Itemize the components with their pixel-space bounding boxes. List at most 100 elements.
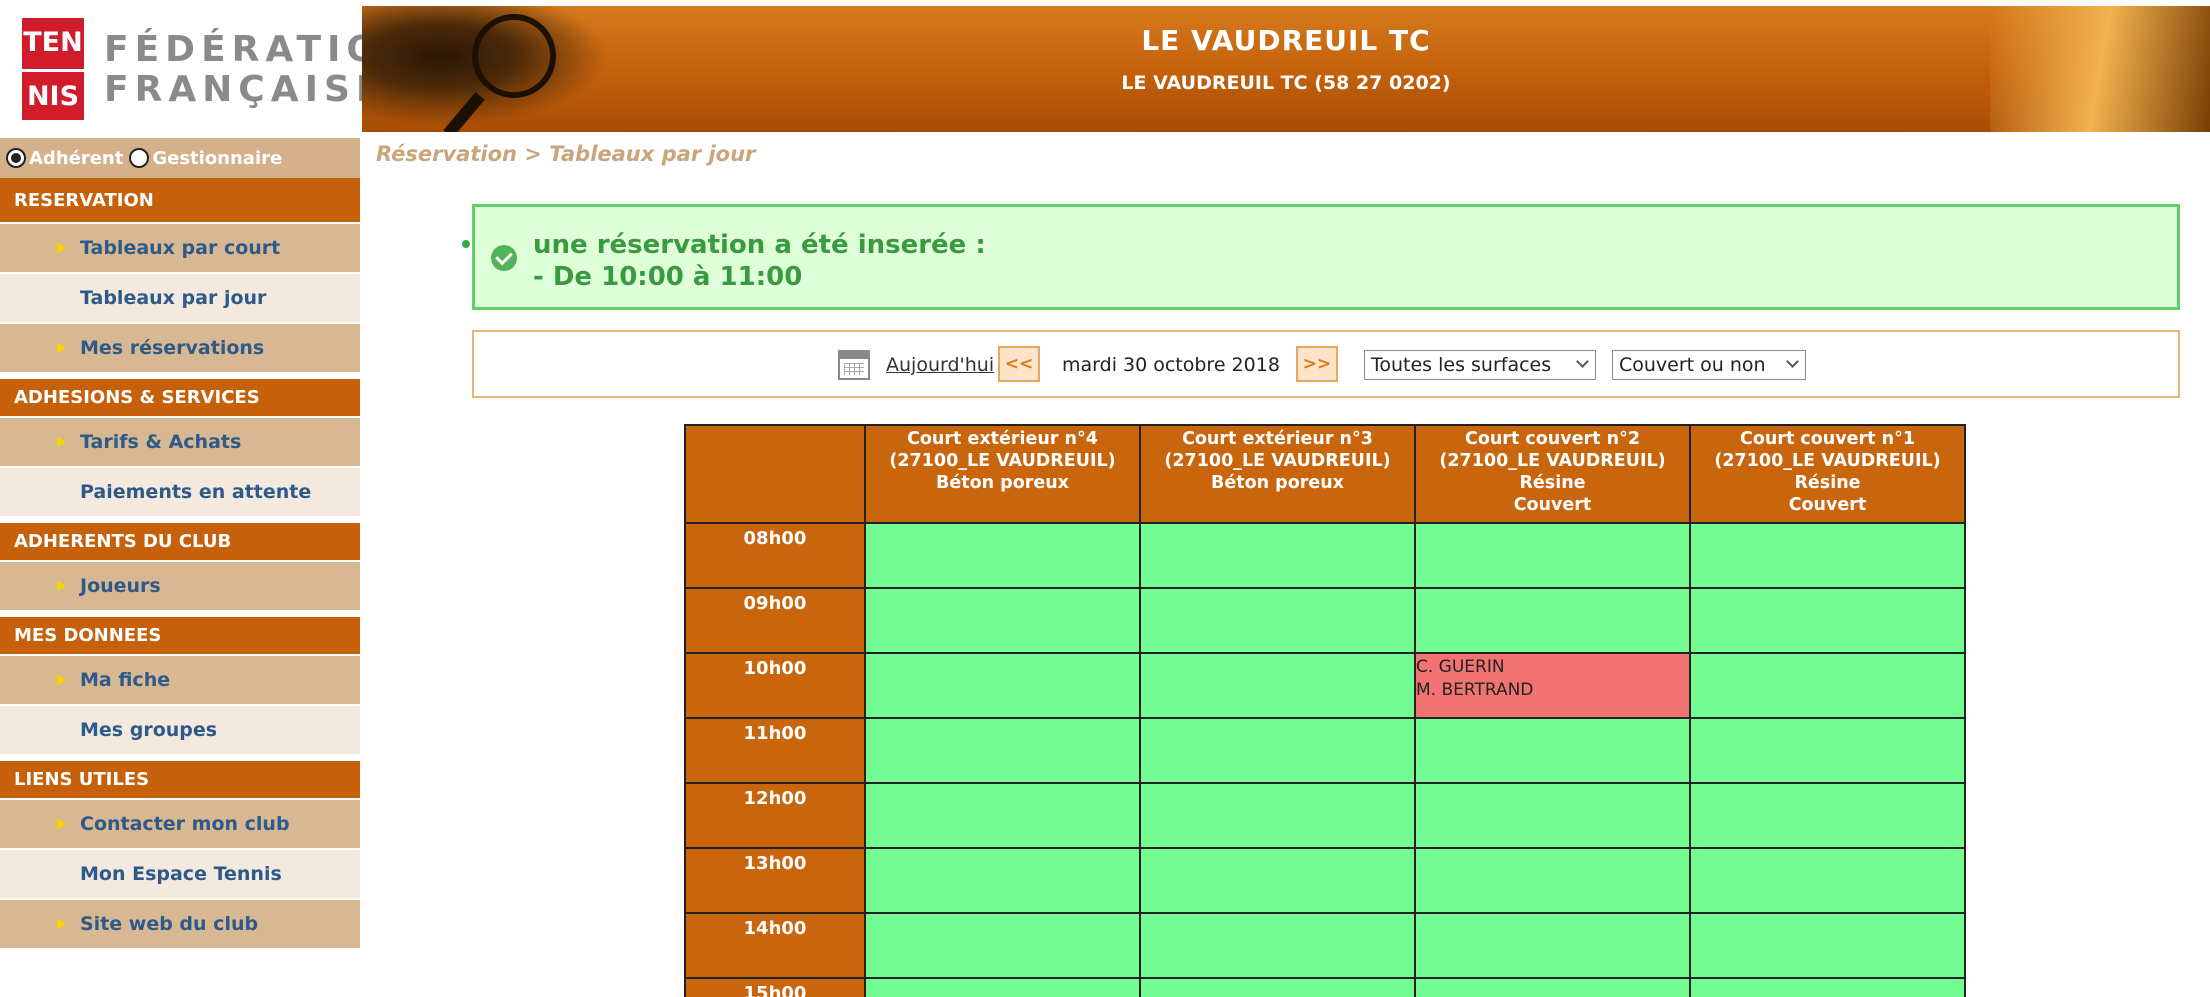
court-column-header: Court couvert n°1 (27100_LE VAUDREUIL) Rés… — [1689, 424, 1966, 524]
free-slot[interactable] — [864, 587, 1141, 654]
free-slot[interactable] — [1139, 847, 1416, 914]
court-column-header: Court extérieur n°4 (27100_LE VAUDREUIL) B… — [864, 424, 1141, 524]
free-slot[interactable] — [1139, 912, 1416, 979]
free-slot[interactable] — [1414, 587, 1691, 654]
surface-select[interactable]: Toutes les surfaces — [1364, 350, 1596, 380]
free-slot[interactable] — [1139, 717, 1416, 784]
sidebar-item-label: Tableaux par jour — [80, 287, 267, 309]
sidebar-item-label: Ma fiche — [80, 669, 171, 691]
free-slot[interactable] — [864, 522, 1141, 589]
arrow-right-icon — [57, 342, 66, 354]
court-cover: Couvert — [1788, 495, 1867, 515]
arrow-right-icon — [57, 918, 66, 930]
role-gestionnaire-label[interactable]: Gestionnaire — [152, 148, 282, 169]
role-gestionnaire-radio[interactable] — [129, 148, 150, 168]
free-slot[interactable] — [864, 847, 1141, 914]
free-slot[interactable] — [1414, 912, 1691, 979]
sidebar-item-label: Tarifs & Achats — [80, 431, 242, 453]
notice-text: une réservation a été inserée : - De 10:… — [533, 229, 986, 293]
arrow-right-icon — [57, 242, 66, 254]
free-slot[interactable] — [1689, 652, 1966, 719]
fft-logo[interactable]: TEN NIS FÉDÉRATION FRANÇAISE — [0, 0, 413, 132]
free-slot[interactable] — [1414, 782, 1691, 849]
arrow-right-icon — [57, 868, 66, 880]
role-adherent-label[interactable]: Adhérent — [29, 148, 123, 169]
free-slot[interactable] — [1414, 977, 1691, 997]
schedule-row: 10h00 C. GUERIN M. BERTRAND — [684, 652, 1966, 719]
arrow-right-icon — [57, 580, 66, 592]
free-slot[interactable] — [1689, 977, 1966, 997]
free-slot[interactable] — [864, 977, 1141, 997]
free-slot[interactable] — [1689, 587, 1966, 654]
sidebar-item[interactable]: Contacter mon club — [0, 798, 360, 848]
schedule-row: 11h00 — [684, 717, 1966, 784]
previous-day-button[interactable]: << — [998, 346, 1040, 382]
sidebar-section-header: ADHERENTS DU CLUB — [0, 516, 360, 560]
sidebar-item[interactable]: Mes réservations — [0, 322, 360, 372]
sidebar-section-header: MES DONNEES — [0, 610, 360, 654]
arrow-right-icon — [57, 292, 66, 304]
free-slot[interactable] — [1139, 587, 1416, 654]
sidebar-item-label: Paiements en attente — [80, 481, 312, 503]
schedule-corner — [684, 424, 866, 524]
sidebar-item-label: Mes réservations — [80, 337, 265, 359]
club-name: LE VAUDREUIL TC — [1141, 24, 1431, 57]
schedule-table: Court extérieur n°4 (27100_LE VAUDREUIL) B… — [684, 424, 1966, 997]
success-notice: une réservation a été inserée : - De 10:… — [472, 204, 2180, 310]
cover-select[interactable]: Couvert ou non — [1612, 350, 1806, 380]
free-slot[interactable] — [864, 717, 1141, 784]
next-day-button[interactable]: >> — [1296, 346, 1338, 382]
today-link[interactable]: Aujourd'hui — [886, 354, 994, 376]
role-adherent-radio[interactable] — [6, 148, 26, 168]
free-slot[interactable] — [864, 912, 1141, 979]
court-column-header: Court extérieur n°3 (27100_LE VAUDREUIL) B… — [1139, 424, 1416, 524]
schedule-header-row: Court extérieur n°4 (27100_LE VAUDREUIL) B… — [684, 424, 1966, 524]
sidebar: Adhérent Gestionnaire RESERVATION Tableau… — [0, 138, 360, 997]
sidebar-item-label: Mes groupes — [80, 719, 218, 741]
booked-player: M. BERTRAND — [1416, 680, 1534, 700]
calendar-icon[interactable] — [838, 350, 870, 380]
time-slot-label: 12h00 — [684, 782, 866, 849]
time-slot-label: 10h00 — [684, 652, 866, 719]
time-slot-label: 08h00 — [684, 522, 866, 589]
free-slot[interactable] — [1689, 522, 1966, 589]
sidebar-item[interactable]: Mes groupes — [0, 704, 360, 754]
sidebar-item[interactable]: Tarifs & Achats — [0, 416, 360, 466]
court-name: Court extérieur n°4 — [907, 429, 1098, 449]
breadcrumb: Réservation > Tableaux par jour — [376, 142, 756, 166]
free-slot[interactable] — [1139, 522, 1416, 589]
free-slot[interactable] — [1414, 717, 1691, 784]
club-banner: LE VAUDREUIL TC LE VAUDREUIL TC (58 27 0… — [362, 6, 2210, 132]
sidebar-item[interactable]: Mon Espace Tennis — [0, 848, 360, 898]
arrow-right-icon — [57, 486, 66, 498]
free-slot[interactable] — [1414, 847, 1691, 914]
time-slot-label: 14h00 — [684, 912, 866, 979]
sidebar-item-label: Contacter mon club — [80, 813, 290, 835]
sidebar-section-header: ADHESIONS & SERVICES — [0, 372, 360, 416]
notice-line-1: une réservation a été inserée : — [533, 230, 986, 260]
free-slot[interactable] — [1689, 912, 1966, 979]
free-slot[interactable] — [1689, 782, 1966, 849]
free-slot[interactable] — [1139, 652, 1416, 719]
free-slot[interactable] — [864, 652, 1141, 719]
sidebar-item[interactable]: Paiements en attente — [0, 466, 360, 516]
free-slot[interactable] — [1139, 782, 1416, 849]
sidebar-item[interactable]: Tableaux par jour — [0, 272, 360, 322]
free-slot[interactable] — [1414, 522, 1691, 589]
booked-slot[interactable]: C. GUERIN M. BERTRAND — [1414, 652, 1691, 719]
schedule-row: 15h00 — [684, 977, 1966, 997]
court-cover: Couvert — [1513, 495, 1592, 515]
sidebar-item[interactable]: Ma fiche — [0, 654, 360, 704]
chevron-down-icon — [1576, 355, 1589, 368]
sidebar-item[interactable]: Joueurs — [0, 560, 360, 610]
free-slot[interactable] — [1139, 977, 1416, 997]
free-slot[interactable] — [1689, 717, 1966, 784]
free-slot[interactable] — [1689, 847, 1966, 914]
sidebar-item[interactable]: Tableaux par court — [0, 222, 360, 272]
schedule-row: 13h00 — [684, 847, 1966, 914]
court-name: Court extérieur n°3 — [1182, 429, 1373, 449]
sidebar-item[interactable]: Site web du club — [0, 898, 360, 948]
court-surface: Résine — [1519, 473, 1586, 493]
free-slot[interactable] — [864, 782, 1141, 849]
sidebar-section-header: RESERVATION — [0, 178, 360, 222]
